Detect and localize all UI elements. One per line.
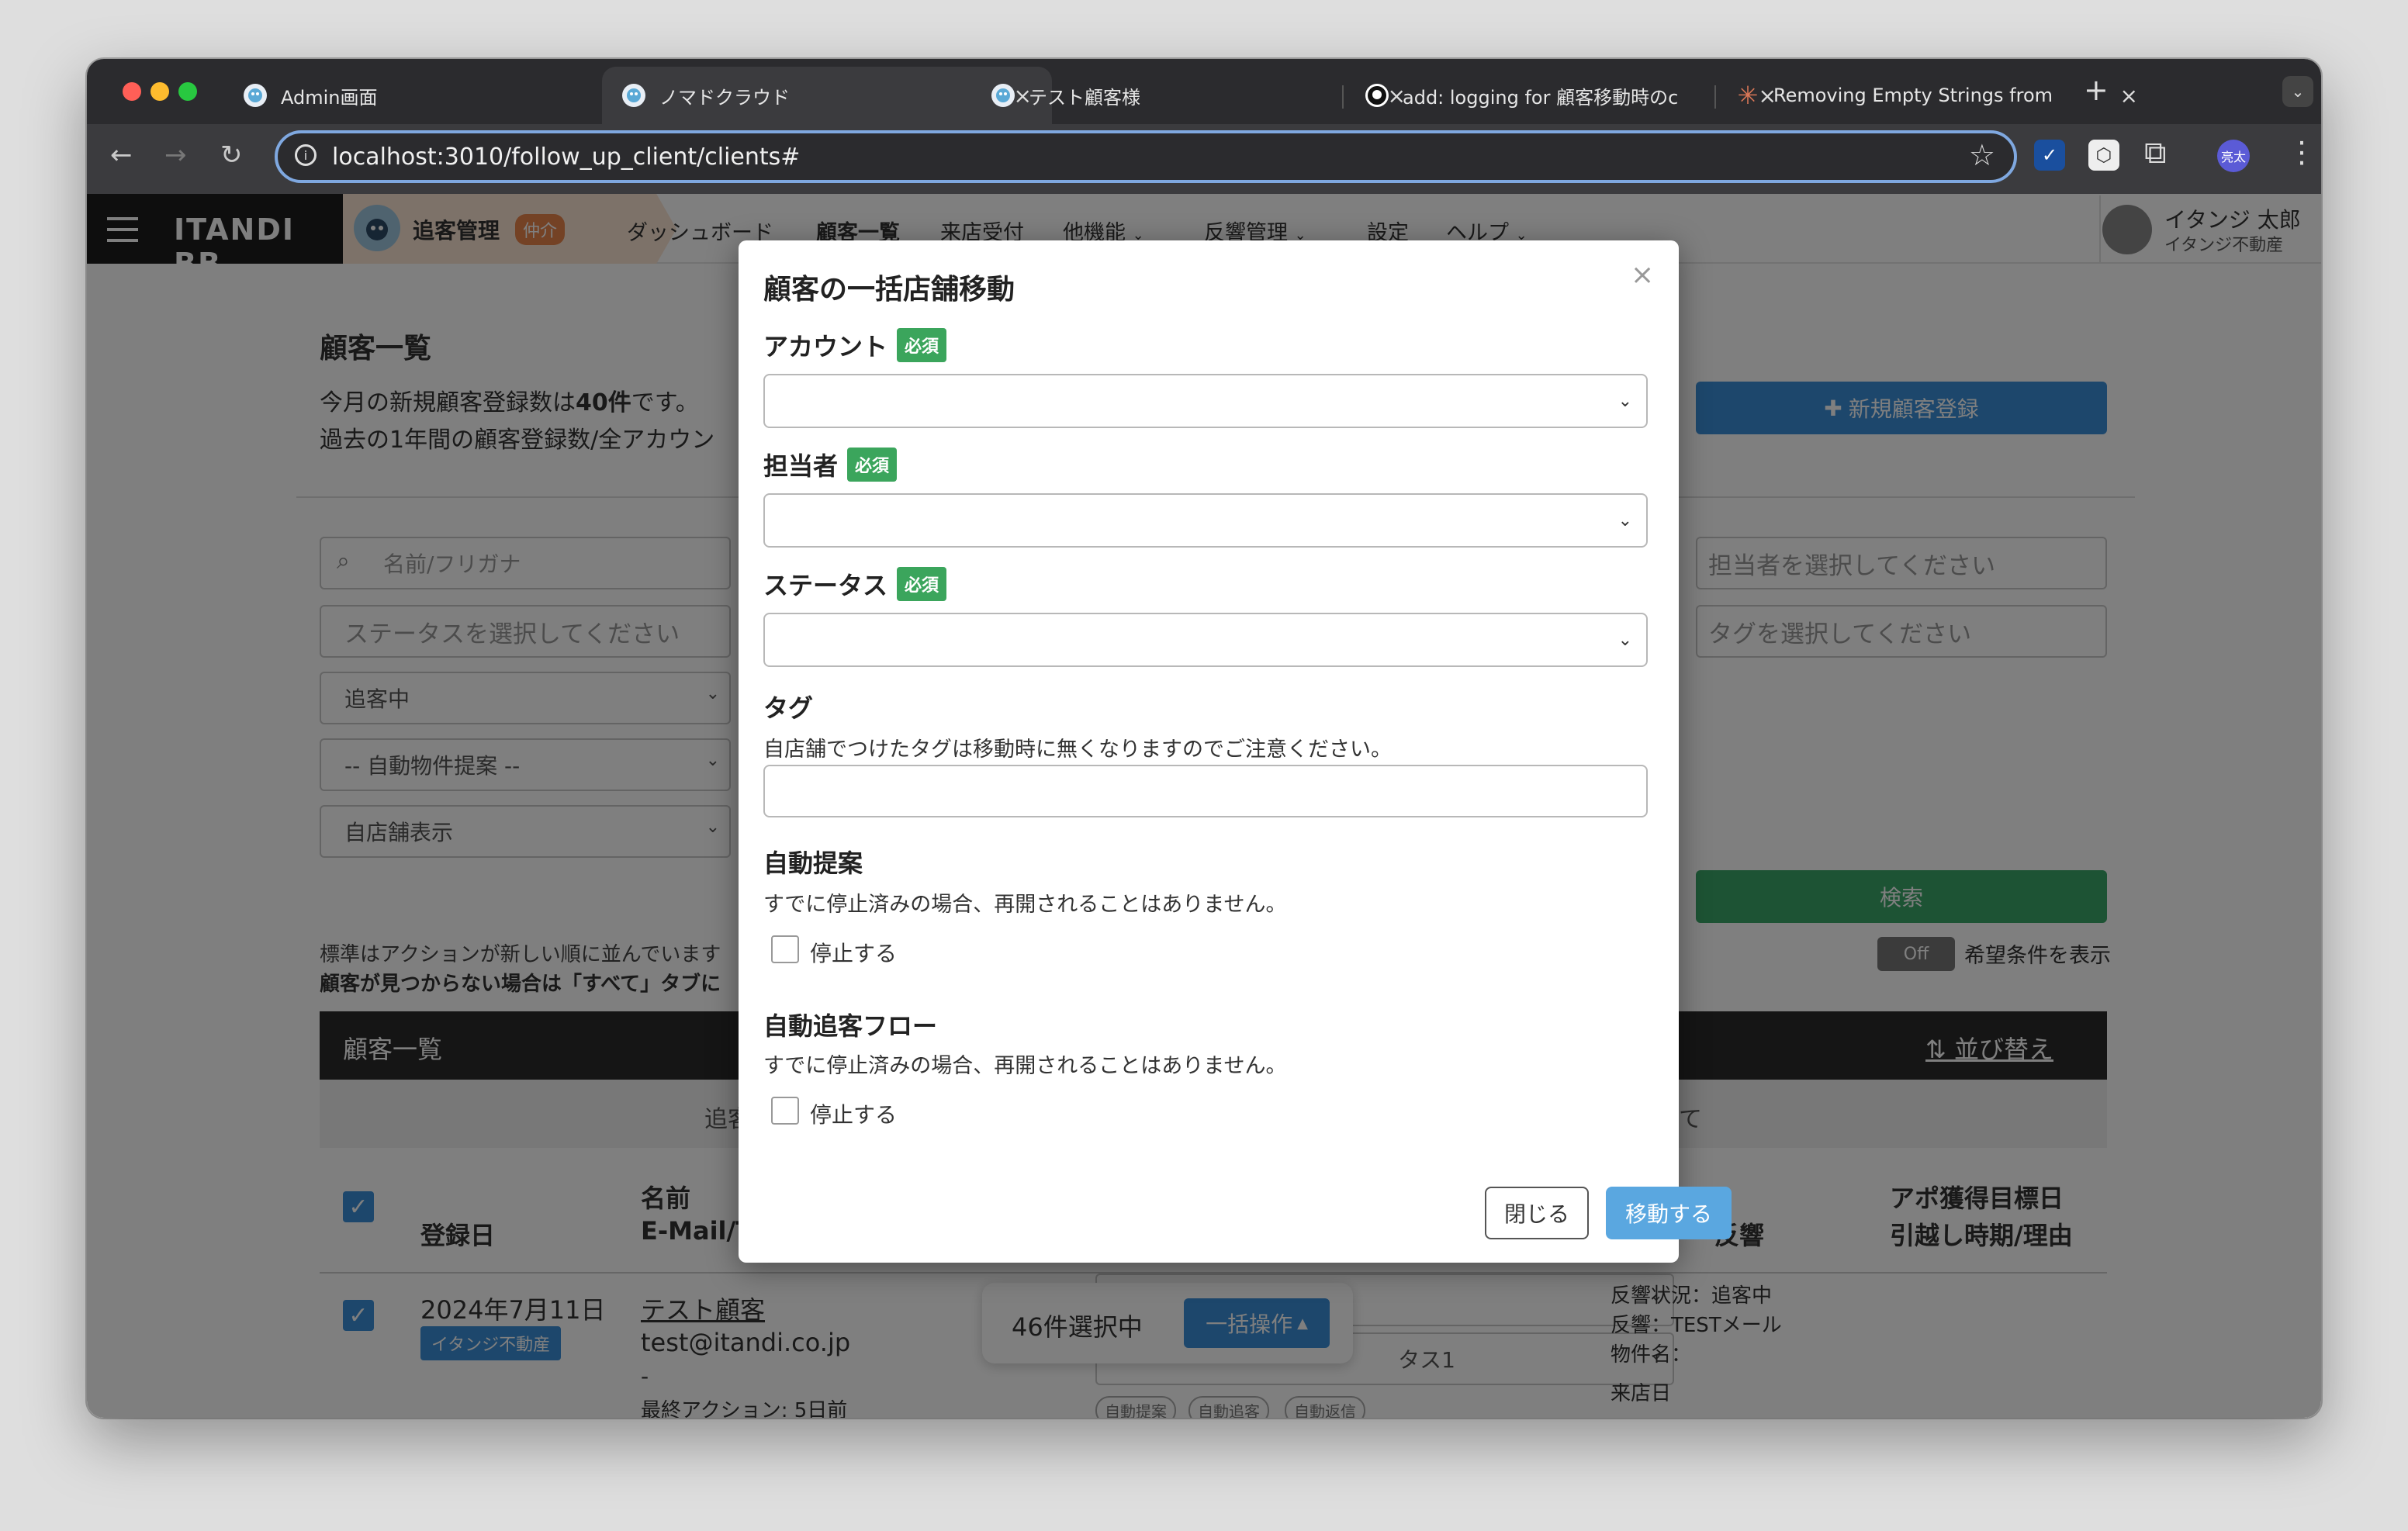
label-text: 担当者	[763, 451, 839, 481]
extension-check-icon[interactable]: ✓	[2034, 140, 2065, 171]
staff-label: 担当者 必須	[763, 447, 898, 482]
auto-flow-stop-checkbox[interactable]	[771, 1097, 799, 1125]
auto-flow-stop-label[interactable]: 停止する	[810, 1098, 897, 1129]
extension-hex-icon[interactable]: ⬡	[2088, 140, 2119, 171]
bookmark-star-icon[interactable]: ☆	[1969, 138, 1995, 172]
account-select[interactable]: ⌄	[763, 374, 1648, 428]
chevron-down-icon: ⌄	[1617, 391, 1632, 411]
claude-icon: ✳	[1737, 81, 1759, 110]
forward-icon[interactable]: →	[164, 140, 187, 171]
reload-icon[interactable]: ↻	[220, 140, 243, 171]
tab-title: テスト顧客様	[1029, 86, 1140, 109]
github-icon	[1365, 84, 1389, 107]
status-label: ステータス 必須	[763, 566, 947, 602]
auto-suggest-note: すでに停止済みの場合、再開されることはありません。	[763, 893, 1287, 917]
account-label: アカウント 必須	[763, 327, 947, 363]
modal-title: 顧客の一括店舗移動	[763, 274, 1015, 306]
staff-select[interactable]: ⌄	[763, 493, 1648, 548]
auto-suggest-label: 自動提案	[763, 848, 863, 878]
label-text: ステータス	[763, 571, 888, 600]
required-badge: 必須	[897, 328, 947, 362]
close-tab-icon[interactable]: ×	[2120, 83, 2138, 109]
close-button[interactable]: 閉じる	[1485, 1187, 1589, 1239]
chevron-down-icon: ⌄	[1617, 510, 1632, 530]
close-window-button[interactable]	[123, 82, 141, 101]
auto-flow-label: 自動追客フロー	[763, 1011, 938, 1041]
modal-close-icon[interactable]: ×	[1631, 259, 1654, 291]
auto-suggest-stop-label[interactable]: 停止する	[810, 937, 897, 968]
tab-title: Admin画面	[281, 86, 378, 109]
new-tab-button[interactable]: +	[2084, 73, 2109, 107]
tab-title: Removing Empty Strings from	[1773, 85, 2053, 106]
auto-flow-note: すでに停止済みの場合、再開されることはありません。	[763, 1054, 1287, 1078]
browser-window: Admin画面 × ノマドクラウド × テスト顧客様 × add: loggin…	[87, 59, 2321, 1418]
label-text: アカウント	[763, 332, 888, 361]
tag-note: 自店舗でつけたタグは移動時に無くなりますのでご注意ください。	[763, 738, 1392, 762]
tab-bar: Admin画面 × ノマドクラウド × テスト顧客様 × add: loggin…	[87, 59, 2321, 124]
back-icon[interactable]: ←	[110, 140, 133, 171]
move-button[interactable]: 移動する	[1606, 1187, 1732, 1239]
tab-search-icon[interactable]: ⌄	[2282, 76, 2313, 107]
status-select[interactable]: ⌄	[763, 613, 1648, 667]
tab-title: add: logging for 顧客移動時のc	[1403, 86, 1679, 109]
chevron-down-icon: ⌄	[1617, 630, 1632, 650]
tag-label: タグ	[763, 693, 814, 723]
itandi-favicon-icon	[244, 84, 267, 107]
itandi-favicon-icon	[991, 84, 1015, 107]
url-text: localhost:3010/follow_up_client/clients#	[332, 143, 801, 171]
extensions-puzzle-icon[interactable]: ⧉	[2144, 135, 2167, 171]
minimize-window-button[interactable]	[150, 82, 169, 101]
address-bar[interactable]: i localhost:3010/follow_up_client/client…	[275, 130, 2017, 183]
tag-input[interactable]	[763, 765, 1648, 817]
tab-title: ノマドクラウド	[659, 86, 790, 109]
required-badge: 必須	[897, 567, 947, 601]
profile-avatar[interactable]: 亮太	[2217, 140, 2250, 172]
bulk-store-move-modal: 顧客の一括店舗移動 × アカウント 必須 ⌄ 担当者 必須 ⌄ ステータス 必須 ⌄ …	[739, 240, 1732, 1263]
itandi-favicon-icon	[622, 84, 645, 107]
browser-menu-icon[interactable]: ⋮	[2287, 135, 2316, 169]
tab-separator	[1342, 85, 1344, 109]
site-info-icon[interactable]: i	[295, 144, 317, 166]
maximize-window-button[interactable]	[178, 82, 197, 101]
auto-suggest-stop-checkbox[interactable]	[771, 935, 799, 963]
required-badge: 必須	[847, 448, 898, 482]
